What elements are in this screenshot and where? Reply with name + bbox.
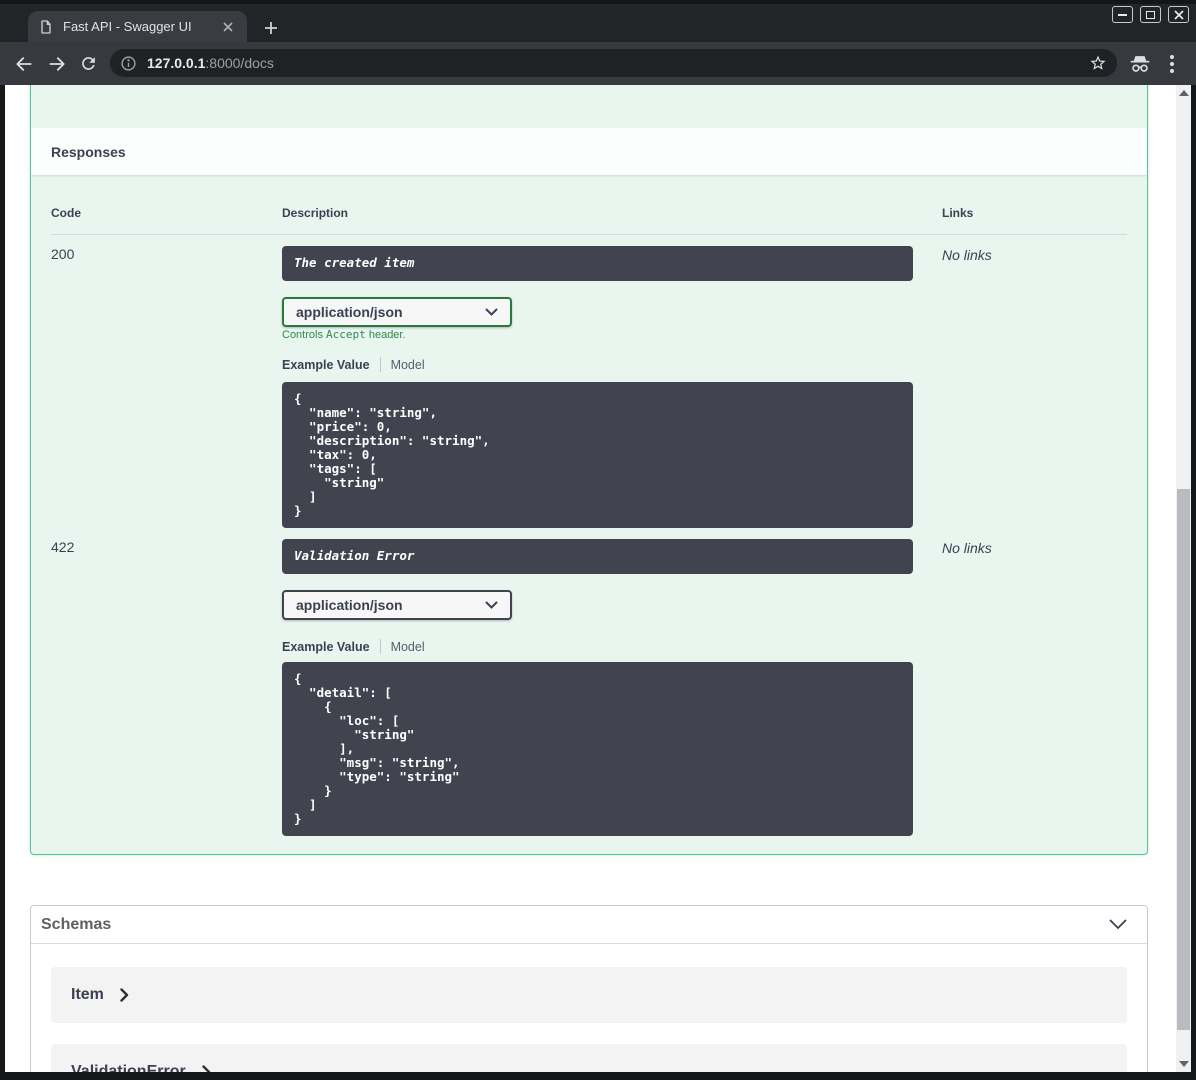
kebab-menu-icon [1170, 54, 1174, 73]
response-links-422: No links [942, 540, 992, 556]
response-description-422: Validation Error [282, 539, 913, 574]
maximize-icon [1146, 10, 1155, 19]
profile-button[interactable] [1126, 51, 1154, 76]
column-header-code: Code [51, 206, 81, 220]
tab-example-value[interactable]: Example Value [282, 640, 370, 654]
select-chevron-down-icon [485, 308, 498, 317]
url-host: 127.0.0.1 [147, 55, 206, 71]
window-controls [1112, 6, 1189, 23]
tab-model[interactable]: Model [391, 640, 425, 654]
scrollbar-arrow-up-icon[interactable] [1178, 90, 1189, 96]
browser-window: Fast API - Swagger UI 127.0.0.1:8000/do… [0, 0, 1196, 1080]
accept-note-prefix: Controls [282, 329, 327, 341]
model-name: ValidationError [71, 1063, 186, 1072]
tab-example-value[interactable]: Example Value [282, 358, 370, 372]
new-tab-button[interactable] [258, 15, 284, 41]
column-header-description: Description [282, 206, 349, 220]
example-model-tabs-200: Example Value Model [282, 357, 425, 372]
example-model-tabs-422: Example Value Model [282, 639, 425, 654]
window-close-button[interactable] [1168, 6, 1189, 23]
media-type-select-200[interactable]: application/json [282, 297, 512, 327]
example-json-200: { "name": "string", "price": 0, "descrip… [282, 382, 913, 528]
responses-title: Responses [51, 143, 126, 160]
tab-strip: Fast API - Swagger UI [0, 0, 1196, 42]
accept-header-note: Controls Accept header. [282, 328, 406, 341]
schemas-chevron-down-icon [1109, 919, 1127, 930]
page-scrollbar[interactable] [1176, 85, 1191, 1072]
responses-section-header: Responses [31, 128, 1147, 175]
model-validationerror[interactable]: ValidationError [51, 1044, 1127, 1072]
info-icon [121, 55, 136, 71]
accept-note-mono: Accept [326, 328, 366, 341]
schemas-title: Schemas [41, 915, 112, 933]
window-minimize-button[interactable] [1112, 6, 1133, 23]
browser-menu-button[interactable] [1161, 51, 1183, 76]
column-header-links: Links [942, 206, 974, 220]
opblock-responses-container: Responses Code Description Links 200 The… [30, 85, 1148, 855]
reload-button[interactable] [77, 52, 100, 75]
table-divider [51, 234, 1127, 235]
media-type-value: application/json [296, 304, 403, 320]
model-chevron-right-icon [202, 1065, 211, 1072]
response-links-200: No links [942, 247, 992, 263]
response-code-200: 200 [51, 246, 75, 262]
forward-button[interactable] [45, 52, 68, 75]
bookmark-button[interactable] [1089, 54, 1107, 72]
tab-separator [379, 357, 381, 372]
incognito-icon [1130, 55, 1150, 72]
response-code-422: 422 [51, 539, 75, 555]
page-favicon-icon [38, 19, 54, 35]
page-content: Responses Code Description Links 200 The… [5, 85, 1191, 1072]
schemas-section: Schemas Item ValidationError [30, 905, 1148, 1072]
close-icon [1173, 9, 1184, 20]
media-type-select-422[interactable]: application/json [282, 590, 512, 620]
scrollbar-thumb[interactable] [1177, 489, 1190, 1030]
url-path: :8000/docs [205, 55, 274, 71]
scrollbar-arrow-down-icon[interactable] [1178, 1061, 1189, 1067]
minimize-icon [1118, 13, 1127, 16]
tab-model[interactable]: Model [391, 358, 425, 372]
tab-title: Fast API - Swagger UI [63, 19, 192, 34]
media-type-value: application/json [296, 597, 403, 613]
tab-separator [379, 639, 381, 654]
example-json-422: { "detail": [ { "loc": [ "string" ], "ms… [282, 662, 913, 836]
tab-close-icon[interactable] [219, 18, 237, 36]
response-description-200: The created item [282, 246, 913, 281]
accept-note-suffix: header. [365, 329, 406, 341]
select-chevron-down-icon [485, 601, 498, 610]
url-bar[interactable]: 127.0.0.1:8000/docs [110, 49, 1117, 77]
model-item[interactable]: Item [51, 967, 1127, 1023]
window-maximize-button[interactable] [1140, 6, 1161, 23]
model-name: Item [71, 986, 104, 1003]
model-chevron-right-icon [120, 988, 129, 1002]
bookmark-star-icon [1090, 55, 1106, 70]
browser-toolbar: 127.0.0.1:8000/docs [0, 42, 1196, 85]
back-button[interactable] [12, 52, 35, 75]
browser-tab[interactable]: Fast API - Swagger UI [28, 11, 247, 42]
schemas-header[interactable]: Schemas [31, 906, 1147, 944]
back-arrow-icon [15, 56, 32, 71]
forward-arrow-icon [48, 56, 65, 71]
reload-icon [82, 57, 95, 70]
